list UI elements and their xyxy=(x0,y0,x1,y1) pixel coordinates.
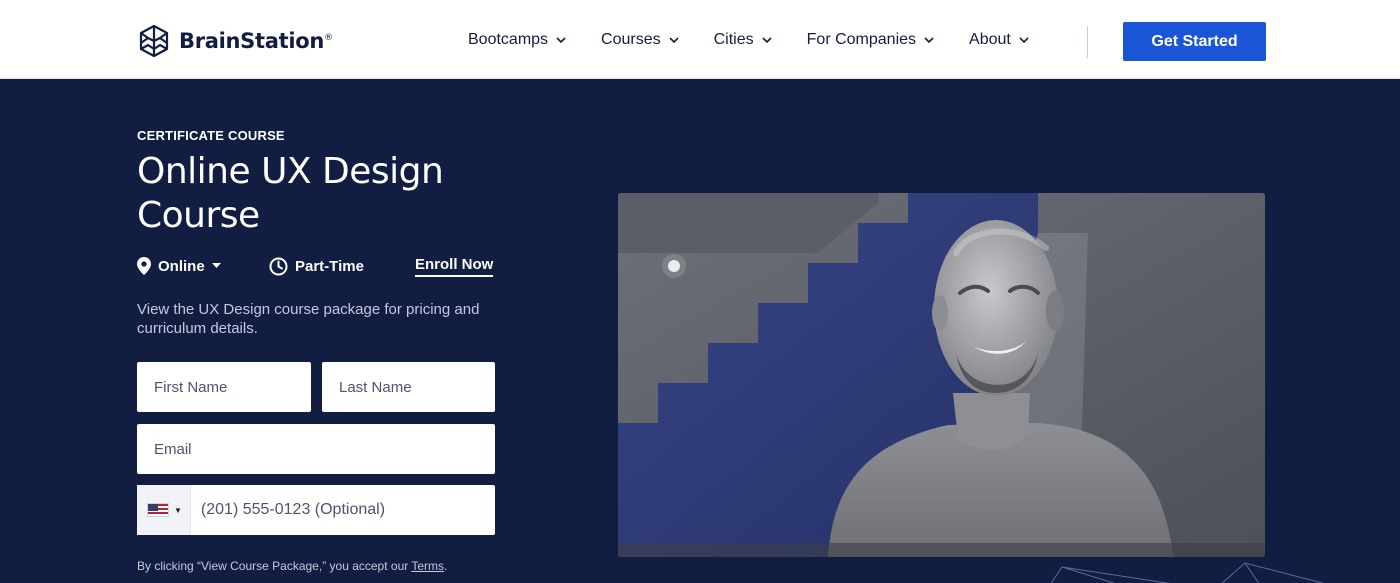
main-nav: Bootcamps Courses Cities For Companies A… xyxy=(468,0,1064,79)
hero-photo xyxy=(618,193,1265,557)
chevron-down-icon xyxy=(924,36,934,43)
enroll-now-link[interactable]: Enroll Now xyxy=(415,256,494,277)
chevron-down-icon xyxy=(556,36,566,43)
course-type-label: CERTIFICATE COURSE xyxy=(137,128,285,143)
us-flag-icon xyxy=(147,503,169,517)
nav-item-cities[interactable]: Cities xyxy=(714,31,772,49)
brainstation-logo-icon xyxy=(139,24,169,58)
location-label: Online xyxy=(158,257,205,275)
site-header: BrainStation® Bootcamps Courses Cities F… xyxy=(0,0,1400,79)
get-started-button[interactable]: Get Started xyxy=(1123,22,1266,61)
nav-item-bootcamps[interactable]: Bootcamps xyxy=(468,31,566,49)
nav-item-label: Bootcamps xyxy=(468,30,549,48)
disclaimer-suffix: . xyxy=(444,559,448,573)
terms-disclaimer: By clicking “View Course Package,” you a… xyxy=(137,559,447,573)
nav-item-label: About xyxy=(969,30,1011,48)
nav-item-label: Courses xyxy=(601,30,661,48)
course-description: View the UX Design course package for pr… xyxy=(137,301,480,337)
brand-logo[interactable]: BrainStation® xyxy=(137,24,333,58)
nav-item-label: Cities xyxy=(713,30,754,48)
nav-divider xyxy=(1087,26,1088,58)
email-field[interactable] xyxy=(137,424,495,474)
terms-link[interactable]: Terms xyxy=(411,559,444,573)
clock-icon xyxy=(269,257,288,275)
caret-down-icon xyxy=(211,263,221,268)
course-meta: Online Part-Time Enroll Now xyxy=(137,255,494,277)
chevron-down-icon xyxy=(669,36,679,43)
nav-item-about[interactable]: About xyxy=(969,31,1029,49)
chevron-down-icon xyxy=(762,36,772,43)
location-dropdown[interactable]: Online xyxy=(137,257,269,275)
country-code-select[interactable]: ▼ xyxy=(137,485,191,535)
instructor-photo xyxy=(618,193,1265,557)
caret-down-icon: ▼ xyxy=(174,505,182,515)
decorative-lines xyxy=(1050,562,1325,583)
schedule-label: Part-Time xyxy=(295,257,364,275)
phone-field[interactable] xyxy=(190,485,495,535)
nav-item-label: For Companies xyxy=(806,30,917,48)
page-title: Online UX Design Course xyxy=(137,151,444,236)
phone-field-group: ▼ xyxy=(137,485,495,535)
schedule-info: Part-Time xyxy=(269,257,415,276)
brand-name: BrainStation® xyxy=(179,29,333,53)
nav-item-for-companies[interactable]: For Companies xyxy=(807,31,934,49)
location-pin-icon xyxy=(137,257,151,275)
first-name-field[interactable] xyxy=(137,362,311,412)
last-name-field[interactable] xyxy=(322,362,495,412)
chevron-down-icon xyxy=(1019,36,1029,43)
disclaimer-text: By clicking “View Course Package,” you a… xyxy=(137,559,412,573)
nav-item-courses[interactable]: Courses xyxy=(601,31,679,49)
